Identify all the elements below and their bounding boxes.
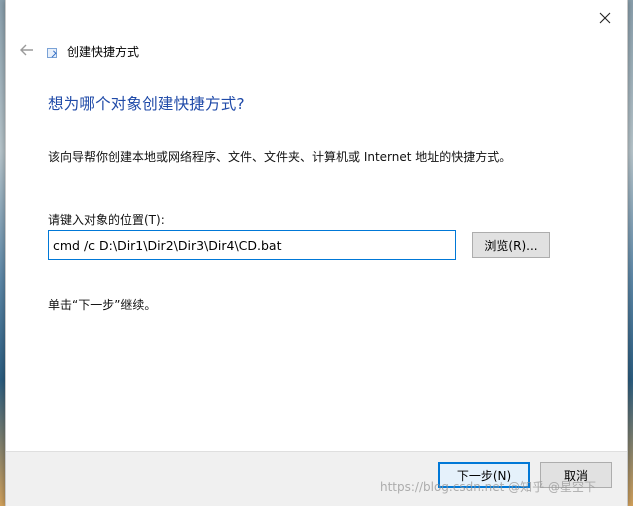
browse-button[interactable]: 浏览(R)...: [472, 232, 550, 258]
shortcut-wizard-icon: [47, 48, 57, 58]
watermark-text: https://blog.csdn.net @知乎 @星空下: [380, 480, 596, 494]
wizard-title: 创建快捷方式: [67, 45, 140, 59]
create-shortcut-dialog: 创建快捷方式 想为哪个对象创建快捷方式? 该向导帮你创建本地或网络程序、文件、文…: [5, 0, 628, 506]
close-button[interactable]: [591, 6, 619, 30]
back-button[interactable]: [18, 40, 36, 60]
page-heading: 想为哪个对象创建快捷方式?: [48, 95, 245, 113]
continue-hint: 单击“下一步”继续。: [48, 298, 157, 312]
wizard-description: 该向导帮你创建本地或网络程序、文件、文件夹、计算机或 Internet 地址的快…: [48, 150, 512, 164]
back-arrow-icon: [20, 44, 33, 56]
location-label: 请键入对象的位置(T):: [48, 213, 165, 227]
close-icon: [599, 12, 611, 24]
location-input[interactable]: [48, 230, 456, 260]
